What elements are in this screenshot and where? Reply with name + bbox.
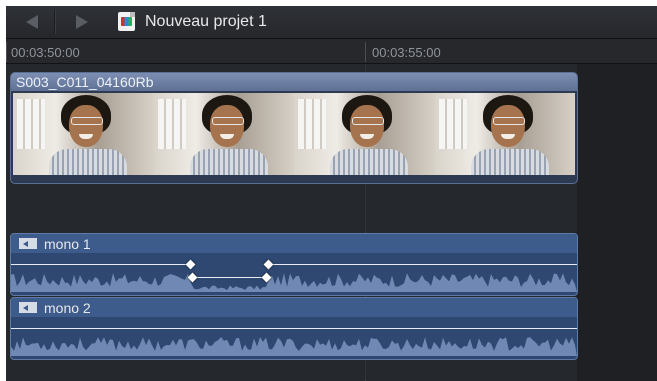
volume-line[interactable] <box>270 264 577 265</box>
ruler-timecode: 00:03:55:00 <box>372 45 441 60</box>
audio-clip-label: mono 1 <box>44 236 91 252</box>
ruler-tick <box>6 42 7 62</box>
video-thumbnail <box>294 93 435 175</box>
audio-clip-header: mono 1 <box>11 234 577 253</box>
timeline-area[interactable]: S003_C011_04160Rb mono 1 mono 2 <box>6 64 657 381</box>
chevron-right-icon[interactable] <box>76 15 88 29</box>
project-file-icon <box>118 12 135 31</box>
timeline-empty-area <box>577 64 657 381</box>
audio-clip-mono-1[interactable]: mono 1 <box>10 233 578 296</box>
audio-clip-icon <box>19 302 37 313</box>
ruler-timecode: 00:03:50:00 <box>11 45 80 60</box>
timeline-ruler[interactable]: 00:03:50:00 00:03:55:00 <box>6 39 657 64</box>
audio-waveform <box>11 273 577 292</box>
ruler-tick <box>365 42 366 62</box>
toolbar-divider <box>54 10 55 34</box>
filmstrip <box>13 93 575 175</box>
waveform-shape <box>11 273 577 292</box>
audio-clip-icon <box>19 238 37 249</box>
volume-line[interactable] <box>11 328 577 329</box>
volume-line[interactable] <box>11 264 189 265</box>
clip-name: S003_C011_04160Rb <box>16 74 154 90</box>
audio-waveform <box>11 337 577 356</box>
audio-clip-label: mono 2 <box>44 300 91 316</box>
audio-clip-mono-2[interactable]: mono 2 <box>10 297 578 360</box>
video-thumbnail <box>13 93 154 175</box>
audio-clip-header: mono 2 <box>11 298 577 317</box>
clip-header: S003_C011_04160Rb <box>11 73 577 91</box>
timeline-toolbar: Nouveau projet 1 <box>6 6 657 39</box>
timeline-window: Nouveau projet 1 00:03:50:00 00:03:55:00… <box>6 6 657 381</box>
chevron-left-icon[interactable] <box>26 15 38 29</box>
video-thumbnail <box>153 93 294 175</box>
video-clip[interactable]: S003_C011_04160Rb <box>10 72 578 184</box>
volume-line[interactable] <box>192 277 266 278</box>
waveform-shape <box>11 337 577 356</box>
video-thumbnail <box>434 93 575 175</box>
project-title: Nouveau projet 1 <box>145 13 267 30</box>
